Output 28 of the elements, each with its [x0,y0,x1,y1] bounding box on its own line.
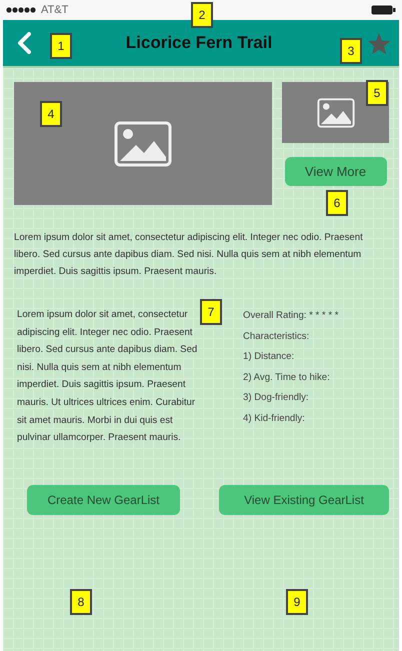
callout-marker: 5 [366,80,388,106]
detail-line: 3) Dog-friendly: [243,391,310,405]
star-icon[interactable] [366,32,391,54]
callout-marker: 2 [191,2,213,28]
gearlist-button[interactable]: View Existing GearList [219,484,389,515]
screen-title: Licorice Fern Trail [126,33,272,53]
battery-icon [371,5,396,15]
callout-marker: 6 [326,190,348,216]
callout-marker: 3 [340,38,362,64]
detail-line: Overall Rating: * * * * * [243,309,338,323]
callout-marker: 4 [40,101,62,127]
image-icon [114,120,172,166]
callout-marker: 8 [70,589,92,615]
signal-icon [6,7,37,13]
detail-line: 2) Avg. Time to hike: [243,370,331,384]
callout-marker: 7 [200,299,222,325]
detail-line: 1) Distance: [243,350,296,364]
back-icon[interactable] [17,32,31,54]
callout-marker: 9 [286,589,308,615]
intro-paragraph: Lorem ipsum dolor sit amet, consectetur adipiscing elit. Integer nec odio. Praesent libero. Sed cursus ante dapibus diam. Sed nisi. Nulla quis sem at nibh elementum imperdiet. Duis sagittis ipsum. Praesent mauris. [14,231,364,279]
view-more-button[interactable]: View More [284,157,386,186]
detail-line: Characteristics: [243,330,310,344]
carrier-name: AT&T [41,4,68,16]
gearlist-button[interactable]: Create New GearList [27,484,180,515]
detail-line: 4) Kid-friendly: [243,412,306,426]
description-paragraph: Lorem ipsum dolor sit amet, consectetur adipiscing elit. Integer nec odio. Praesent libero. Sed cursus ante dapibus diam. Sed nisi. Nulla quis sem at nibh elementum imperdiet. Duis sagittis ipsum. Praesent mauris. Ut ultrices ultrices enim. Curabitur sit amet mauris. Morbi in dui quis est pulvinar ullamcorper. Praesent mauris. [17,308,198,446]
callout-marker: 1 [50,33,72,59]
image-icon [316,98,354,128]
